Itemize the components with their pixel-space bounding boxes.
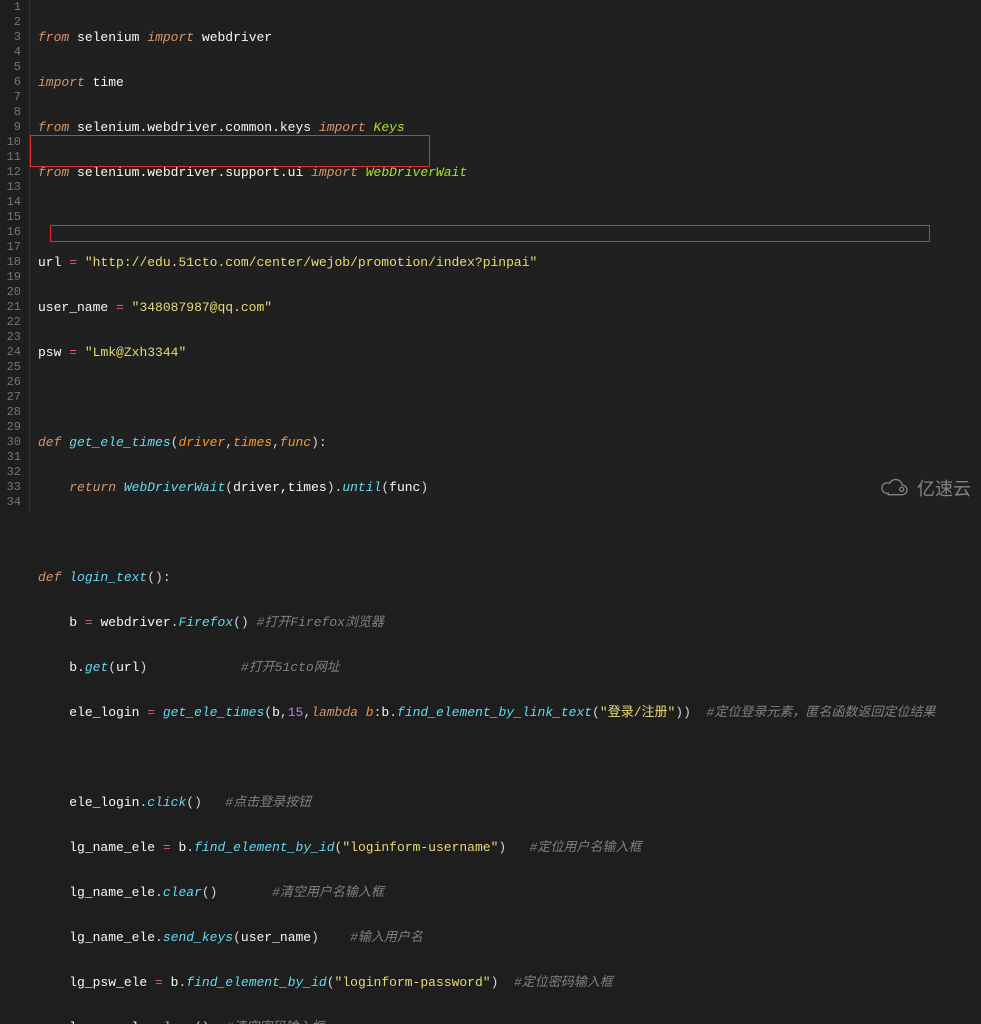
code-line: lg_name_ele.send_keys(user_name) #输入用户名 [38,930,981,945]
line-number: 8 [0,105,21,120]
line-number: 27 [0,390,21,405]
code-editor[interactable]: 1234567891011121314151617181920212223242… [0,0,981,512]
code-line: def get_ele_times(driver,times,func): [38,435,981,450]
code-line [38,750,981,765]
line-number: 26 [0,375,21,390]
line-number: 20 [0,285,21,300]
line-number: 28 [0,405,21,420]
line-number: 15 [0,210,21,225]
line-number: 19 [0,270,21,285]
code-line: def login_text(): [38,570,981,585]
line-number: 34 [0,495,21,510]
line-number: 13 [0,180,21,195]
line-number: 21 [0,300,21,315]
line-number: 22 [0,315,21,330]
code-line [38,390,981,405]
line-number: 7 [0,90,21,105]
code-line: b.get(url) #打开51cto网址 [38,660,981,675]
code-line: from selenium import webdriver [38,30,981,45]
line-number: 3 [0,30,21,45]
line-number: 25 [0,360,21,375]
code-line: import time [38,75,981,90]
line-number: 10 [0,135,21,150]
code-line: lg_name_ele = b.find_element_by_id("logi… [38,840,981,855]
line-number: 14 [0,195,21,210]
code-line: ele_login.click() #点击登录按钮 [38,795,981,810]
line-number: 2 [0,15,21,30]
code-line: url = "http://edu.51cto.com/center/wejob… [38,255,981,270]
line-number: 4 [0,45,21,60]
line-number: 31 [0,450,21,465]
code-line: lg_psw_ele.clear() #清空密码输入框 [38,1020,981,1024]
code-line [38,210,981,225]
line-number: 33 [0,480,21,495]
code-line [38,525,981,540]
code-line: ele_login = get_ele_times(b,15,lambda b:… [38,705,981,720]
line-number: 11 [0,150,21,165]
code-line: lg_psw_ele = b.find_element_by_id("login… [38,975,981,990]
line-number: 6 [0,75,21,90]
code-line: user_name = "348087987@qq.com" [38,300,981,315]
code-line: lg_name_ele.clear() #清空用户名输入框 [38,885,981,900]
line-number: 24 [0,345,21,360]
code-line: psw = "Lmk@Zxh3344" [38,345,981,360]
line-number: 1 [0,0,21,15]
line-number: 30 [0,435,21,450]
line-number: 5 [0,60,21,75]
line-number: 23 [0,330,21,345]
code-line: return WebDriverWait(driver,times).until… [38,480,981,495]
line-number: 17 [0,240,21,255]
line-number: 32 [0,465,21,480]
line-number: 12 [0,165,21,180]
line-gutter: 1234567891011121314151617181920212223242… [0,0,30,512]
line-number: 9 [0,120,21,135]
highlight-box [50,225,930,242]
code-area[interactable]: from selenium import webdriver import ti… [30,0,981,512]
highlight-box [30,135,430,167]
line-number: 16 [0,225,21,240]
line-number: 18 [0,255,21,270]
code-line: from selenium.webdriver.support.ui impor… [38,165,981,180]
code-line: from selenium.webdriver.common.keys impo… [38,120,981,135]
line-number: 29 [0,420,21,435]
code-line: b = webdriver.Firefox() #打开Firefox浏览器 [38,615,981,630]
